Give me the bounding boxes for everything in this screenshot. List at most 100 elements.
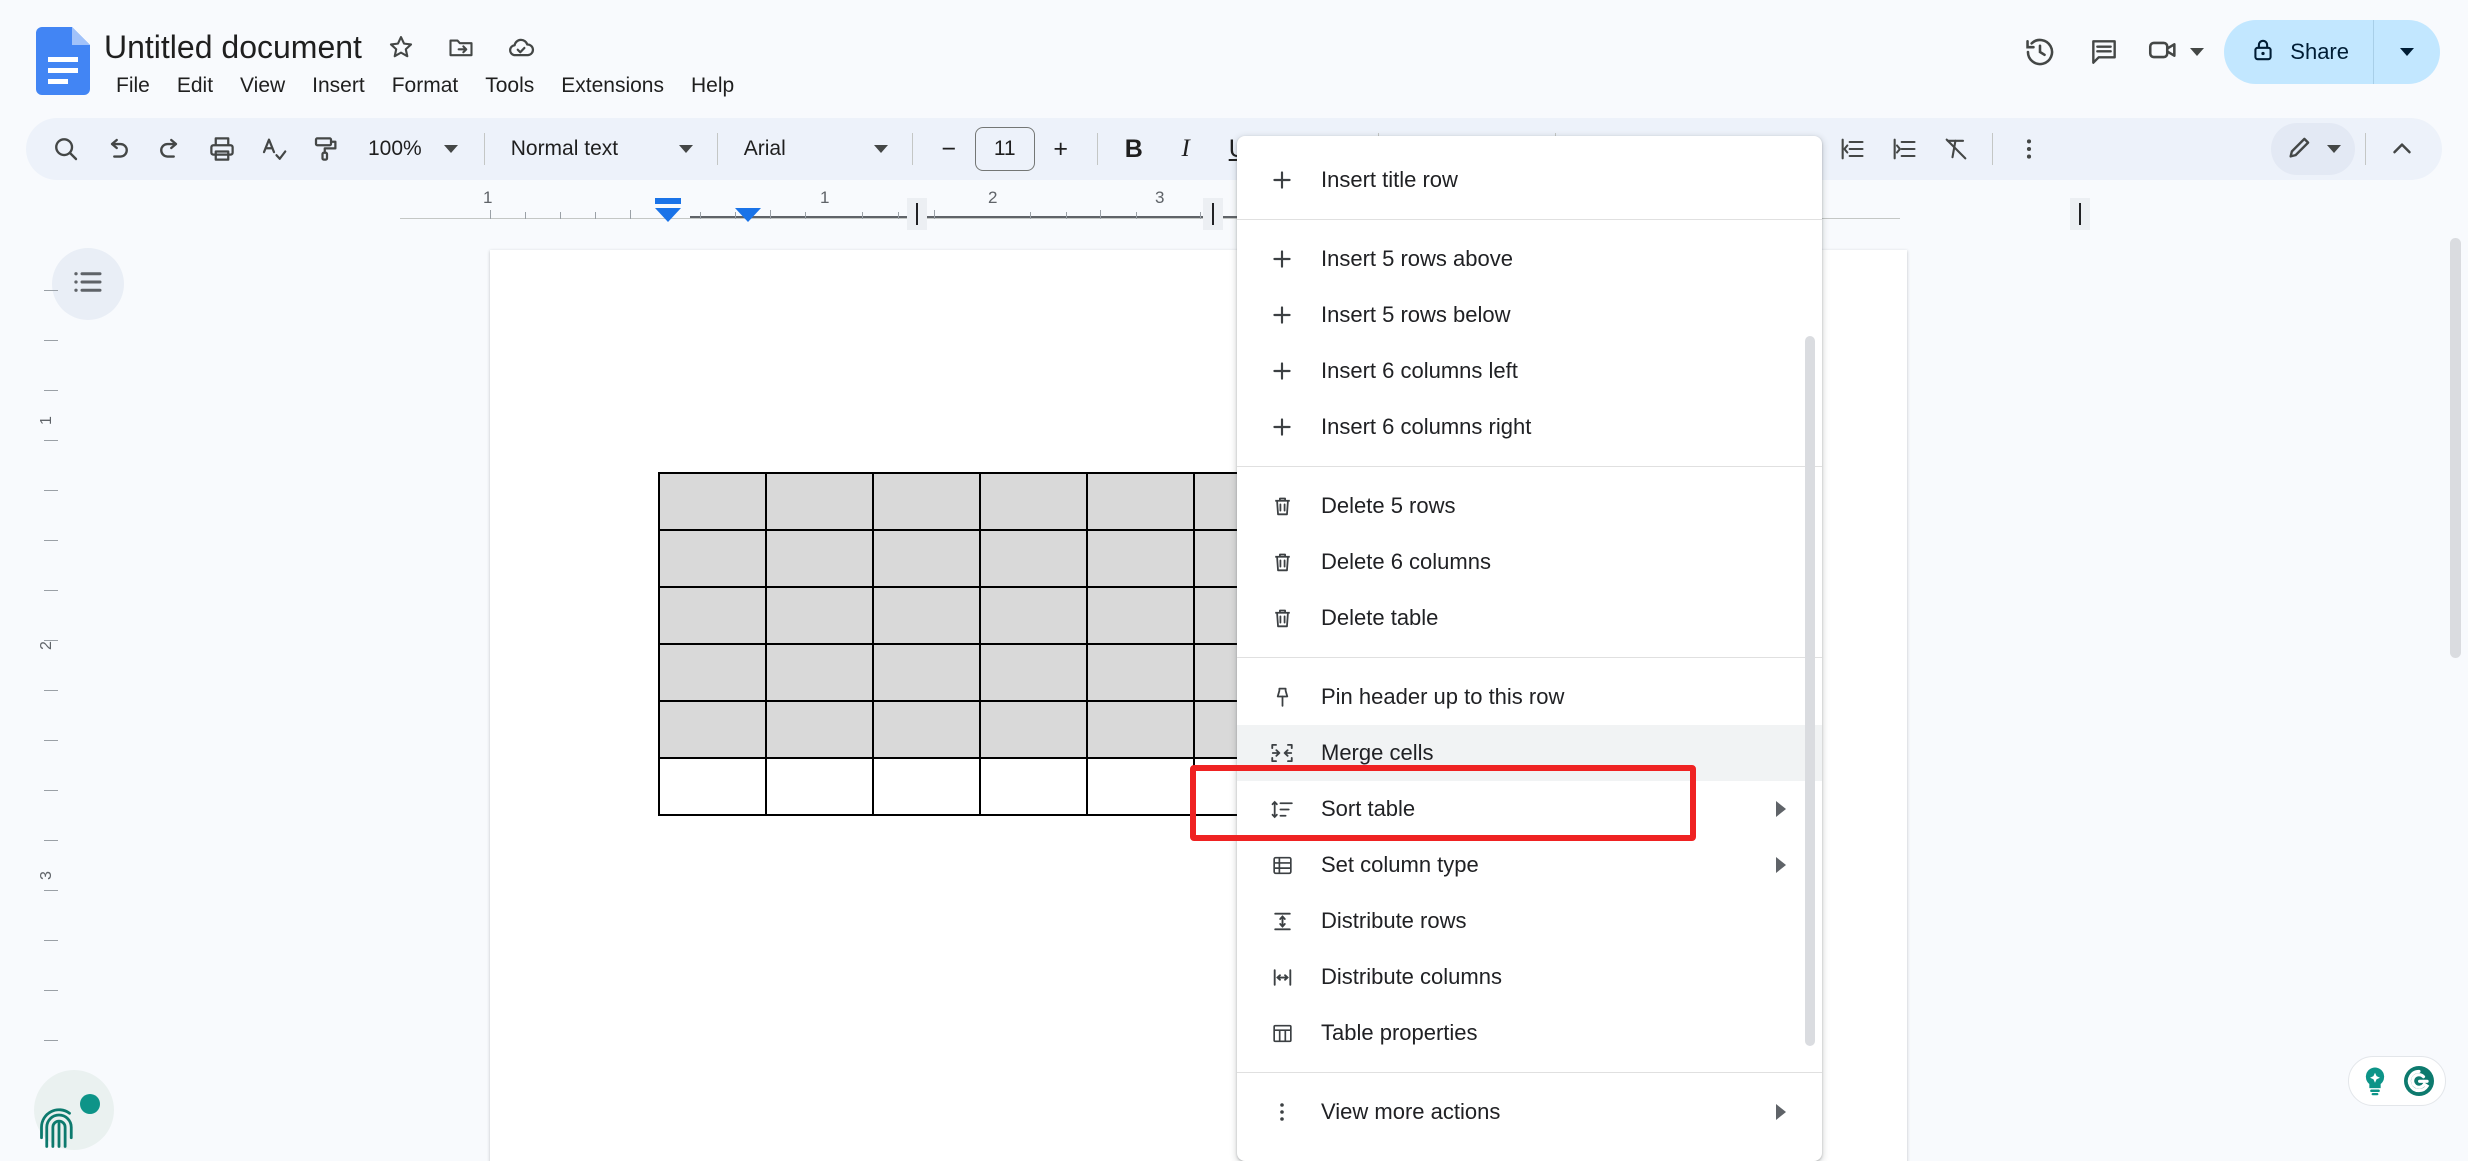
table-cell[interactable]: [1086, 643, 1195, 702]
table-cell[interactable]: [872, 700, 981, 759]
menu-item-insert-columns-left[interactable]: Insert 6 columns left: [1237, 343, 1822, 399]
menu-item-delete-table[interactable]: Delete table: [1237, 590, 1822, 646]
first-line-indent-marker[interactable]: [655, 198, 681, 204]
menu-file[interactable]: File: [104, 68, 162, 104]
table-cell[interactable]: [872, 643, 981, 702]
menu-item-delete-rows[interactable]: Delete 5 rows: [1237, 478, 1822, 534]
decrease-font-size-button[interactable]: −: [923, 123, 975, 175]
horizontal-ruler[interactable]: 1 1 2 3: [0, 186, 2468, 230]
cloud-saved-icon[interactable]: [500, 26, 542, 68]
version-history-icon[interactable]: [2008, 20, 2072, 84]
table-cell[interactable]: [1086, 529, 1195, 588]
scrollbar-thumb[interactable]: [1805, 336, 1815, 1046]
table-cell[interactable]: [872, 586, 981, 645]
font-family-selector[interactable]: Arial: [728, 123, 902, 175]
menu-format[interactable]: Format: [380, 68, 471, 104]
clear-formatting-icon[interactable]: [1930, 123, 1982, 175]
left-indent-marker[interactable]: [655, 208, 681, 222]
menu-item-insert-rows-above[interactable]: Insert 5 rows above: [1237, 231, 1822, 287]
table-cell[interactable]: [658, 700, 767, 759]
menu-item-set-column-type[interactable]: Set column type: [1237, 837, 1822, 893]
menu-edit[interactable]: Edit: [165, 68, 225, 104]
table-context-menu[interactable]: Insert title row Insert 5 rows above Ins…: [1237, 136, 1822, 1161]
tab-stop[interactable]: [1203, 198, 1223, 230]
menu-item-distribute-columns[interactable]: Distribute columns: [1237, 949, 1822, 1005]
table-cell[interactable]: [658, 586, 767, 645]
menu-item-merge-cells[interactable]: Merge cells: [1237, 725, 1822, 781]
table-row[interactable]: [658, 472, 1302, 531]
menu-item-insert-rows-below[interactable]: Insert 5 rows below: [1237, 287, 1822, 343]
font-size-input[interactable]: 11: [974, 127, 1035, 171]
table-cell[interactable]: [658, 757, 767, 816]
table-cell[interactable]: [1086, 700, 1195, 759]
table-cell[interactable]: [765, 529, 874, 588]
table-cell[interactable]: [979, 586, 1088, 645]
table-cell[interactable]: [765, 586, 874, 645]
paragraph-style-selector[interactable]: Normal text: [495, 123, 707, 175]
undo-icon[interactable]: [92, 123, 144, 175]
document-table[interactable]: [658, 472, 1302, 816]
zoom-selector[interactable]: 100%: [352, 123, 474, 175]
increase-font-size-button[interactable]: +: [1035, 123, 1087, 175]
menu-item-distribute-rows[interactable]: Distribute rows: [1237, 893, 1822, 949]
table-cell[interactable]: [765, 472, 874, 531]
redo-icon[interactable]: [144, 123, 196, 175]
menu-item-table-properties[interactable]: Table properties: [1237, 1005, 1822, 1061]
table-cell[interactable]: [1086, 757, 1195, 816]
menu-help[interactable]: Help: [679, 68, 746, 104]
page-title[interactable]: Untitled document: [104, 27, 362, 67]
table-cell[interactable]: [658, 529, 767, 588]
context-menu-scrollbar[interactable]: [1805, 336, 1815, 1096]
menu-extensions[interactable]: Extensions: [549, 68, 676, 104]
menu-item-delete-columns[interactable]: Delete 6 columns: [1237, 534, 1822, 590]
table-cell[interactable]: [658, 472, 767, 531]
document-outline-button[interactable]: [52, 248, 124, 320]
table-row[interactable]: [658, 700, 1302, 759]
table-cell[interactable]: [872, 529, 981, 588]
table-row[interactable]: [658, 586, 1302, 645]
grammarly-status-badge[interactable]: [34, 1070, 114, 1150]
menu-item-insert-columns-right[interactable]: Insert 6 columns right: [1237, 399, 1822, 455]
menu-tools[interactable]: Tools: [473, 68, 546, 104]
table-row[interactable]: [658, 529, 1302, 588]
menu-item-view-more-actions[interactable]: View more actions: [1237, 1084, 1822, 1140]
table-row[interactable]: [658, 643, 1302, 702]
table-cell[interactable]: [979, 700, 1088, 759]
increase-indent-icon[interactable]: [1878, 123, 1930, 175]
grammarly-toolbar[interactable]: [2348, 1056, 2446, 1106]
document-scrollbar[interactable]: [2448, 238, 2462, 1143]
table-cell[interactable]: [872, 472, 981, 531]
share-dropdown-button[interactable]: [2374, 20, 2440, 84]
grammarly-logo-icon[interactable]: [2399, 1061, 2439, 1101]
comment-icon[interactable]: [2072, 20, 2136, 84]
spellcheck-icon[interactable]: [248, 123, 300, 175]
table-cell[interactable]: [979, 757, 1088, 816]
hanging-indent-marker[interactable]: [735, 208, 761, 222]
table-cell[interactable]: [658, 643, 767, 702]
collapse-toolbar-button[interactable]: [2376, 123, 2428, 175]
tab-stop[interactable]: [2070, 198, 2090, 230]
grammarly-idea-icon[interactable]: [2355, 1061, 2395, 1101]
menu-item-insert-title-row[interactable]: Insert title row: [1237, 152, 1822, 208]
menu-insert[interactable]: Insert: [300, 68, 377, 104]
table-row[interactable]: [658, 757, 1302, 816]
paint-format-icon[interactable]: [300, 123, 352, 175]
table-cell[interactable]: [979, 529, 1088, 588]
table-cell[interactable]: [765, 643, 874, 702]
decrease-indent-icon[interactable]: [1826, 123, 1878, 175]
table-cell[interactable]: [872, 757, 981, 816]
menu-item-pin-header[interactable]: Pin header up to this row: [1237, 669, 1822, 725]
meet-button[interactable]: [2136, 20, 2210, 84]
print-icon[interactable]: [196, 123, 248, 175]
table-cell[interactable]: [765, 757, 874, 816]
italic-button[interactable]: I: [1160, 123, 1212, 175]
more-options-icon[interactable]: [2003, 123, 2055, 175]
editing-mode-button[interactable]: [2271, 123, 2355, 175]
star-icon[interactable]: [380, 26, 422, 68]
document-canvas[interactable]: 1 2 3 4: [0, 230, 2468, 1161]
tab-stop[interactable]: [907, 198, 927, 230]
table-cell[interactable]: [979, 643, 1088, 702]
menu-item-sort-table[interactable]: Sort table: [1237, 781, 1822, 837]
share-button[interactable]: Share: [2224, 20, 2440, 84]
table-cell[interactable]: [1086, 586, 1195, 645]
